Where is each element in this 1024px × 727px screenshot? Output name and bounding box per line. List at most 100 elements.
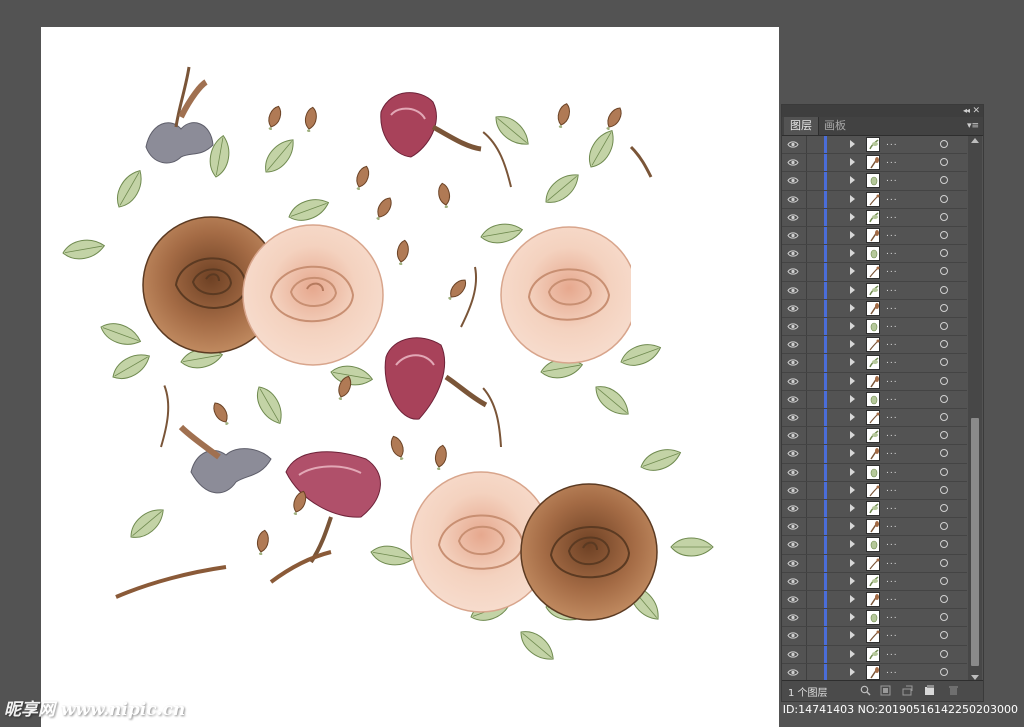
layer-name[interactable]: ... xyxy=(886,629,898,639)
target-circle-icon[interactable] xyxy=(940,231,948,239)
target-circle-icon[interactable] xyxy=(940,285,948,294)
expand-arrow-icon[interactable] xyxy=(850,140,855,148)
layer-name[interactable]: ... xyxy=(886,393,898,403)
visibility-eye-icon[interactable] xyxy=(787,176,799,185)
lock-column[interactable] xyxy=(806,190,807,208)
lock-column[interactable] xyxy=(806,354,807,372)
target-circle-icon[interactable] xyxy=(940,595,948,603)
target-circle-icon[interactable] xyxy=(940,631,948,640)
expand-arrow-icon[interactable] xyxy=(850,431,855,440)
visibility-eye-icon[interactable] xyxy=(787,449,799,458)
expand-arrow-icon[interactable] xyxy=(850,449,855,458)
layer-name[interactable]: ... xyxy=(886,429,898,439)
layer-name[interactable]: ... xyxy=(886,575,898,585)
visibility-eye-icon[interactable] xyxy=(787,286,799,295)
visibility-eye-icon[interactable] xyxy=(787,395,799,404)
target-circle-icon[interactable] xyxy=(940,340,948,349)
visibility-eye-icon[interactable] xyxy=(787,613,799,622)
scrollbar-thumb[interactable] xyxy=(971,418,979,666)
new-layer-icon[interactable] xyxy=(924,685,935,696)
layer-row[interactable]: ... xyxy=(782,372,967,391)
target-circle-icon[interactable] xyxy=(940,194,948,203)
target-circle-icon[interactable] xyxy=(940,613,948,622)
layer-name[interactable]: ... xyxy=(886,138,898,148)
lock-column[interactable] xyxy=(806,154,807,172)
lock-column[interactable] xyxy=(806,227,807,245)
lock-column[interactable] xyxy=(806,409,807,427)
tab-artboards[interactable]: 画板 xyxy=(818,117,852,135)
lock-column[interactable] xyxy=(806,536,807,554)
visibility-eye-icon[interactable] xyxy=(787,249,799,258)
layer-row[interactable]: ... xyxy=(782,463,967,482)
target-circle-icon[interactable] xyxy=(940,431,948,440)
layer-list-scrollbar[interactable] xyxy=(968,136,982,682)
visibility-eye-icon[interactable] xyxy=(787,595,799,604)
target-circle-icon[interactable] xyxy=(940,522,948,531)
lock-column[interactable] xyxy=(806,299,807,317)
layer-row[interactable]: ... xyxy=(782,427,967,446)
layer-name[interactable]: ... xyxy=(886,557,898,567)
visibility-eye-icon[interactable] xyxy=(787,504,799,513)
expand-arrow-icon[interactable] xyxy=(850,613,855,622)
layer-name[interactable]: ... xyxy=(886,375,898,385)
expand-arrow-icon[interactable] xyxy=(850,376,855,385)
visibility-eye-icon[interactable] xyxy=(787,650,799,659)
layer-row[interactable]: ... xyxy=(782,154,967,173)
layer-name[interactable]: ... xyxy=(886,302,898,312)
layer-row[interactable]: ... xyxy=(782,136,967,155)
expand-arrow-icon[interactable] xyxy=(850,467,855,476)
layer-row[interactable]: ... xyxy=(782,627,967,646)
layer-name[interactable]: ... xyxy=(886,174,898,184)
layer-name[interactable]: ... xyxy=(886,211,898,221)
expand-arrow-icon[interactable] xyxy=(850,595,855,603)
lock-column[interactable] xyxy=(806,591,807,609)
lock-column[interactable] xyxy=(806,518,807,536)
tab-layers[interactable]: 图层 xyxy=(784,117,819,135)
layer-row[interactable]: ... xyxy=(782,208,967,227)
layer-row[interactable]: ... xyxy=(782,245,967,264)
layer-row[interactable]: ... xyxy=(782,445,967,464)
visibility-eye-icon[interactable] xyxy=(787,413,799,422)
visibility-eye-icon[interactable] xyxy=(787,340,799,349)
expand-arrow-icon[interactable] xyxy=(850,358,855,367)
layer-row[interactable]: ... xyxy=(782,481,967,500)
target-circle-icon[interactable] xyxy=(940,449,948,458)
target-circle-icon[interactable] xyxy=(940,540,948,549)
expand-arrow-icon[interactable] xyxy=(850,322,855,330)
layer-row[interactable]: ... xyxy=(782,536,967,555)
layer-row[interactable]: ... xyxy=(782,572,967,591)
layer-name[interactable]: ... xyxy=(886,520,898,530)
expand-arrow-icon[interactable] xyxy=(850,504,855,512)
visibility-eye-icon[interactable] xyxy=(787,486,799,495)
layer-row[interactable]: ... xyxy=(782,500,967,519)
layer-row[interactable]: ... xyxy=(782,318,967,337)
layer-name[interactable]: ... xyxy=(886,411,898,421)
scroll-up-arrow-icon[interactable] xyxy=(971,138,979,143)
target-circle-icon[interactable] xyxy=(940,322,948,330)
visibility-eye-icon[interactable] xyxy=(787,577,799,586)
target-circle-icon[interactable] xyxy=(940,558,948,567)
expand-arrow-icon[interactable] xyxy=(850,558,855,567)
lock-column[interactable] xyxy=(806,372,807,390)
expand-arrow-icon[interactable] xyxy=(850,340,855,349)
lock-column[interactable] xyxy=(806,645,807,663)
lock-column[interactable] xyxy=(806,336,807,354)
target-circle-icon[interactable] xyxy=(940,576,948,585)
new-sublayer-icon[interactable] xyxy=(902,685,913,696)
visibility-eye-icon[interactable] xyxy=(787,231,799,240)
lock-column[interactable] xyxy=(806,172,807,190)
visibility-eye-icon[interactable] xyxy=(787,468,799,477)
layer-row[interactable]: ... xyxy=(782,409,967,428)
layer-name[interactable]: ... xyxy=(886,538,898,548)
expand-arrow-icon[interactable] xyxy=(850,631,855,640)
lock-column[interactable] xyxy=(806,136,807,154)
layer-row[interactable]: ... xyxy=(782,554,967,573)
layer-name[interactable]: ... xyxy=(886,593,898,603)
layer-name[interactable]: ... xyxy=(886,484,898,494)
expand-arrow-icon[interactable] xyxy=(850,413,855,421)
lock-column[interactable] xyxy=(806,318,807,336)
expand-arrow-icon[interactable] xyxy=(850,649,855,658)
layer-row[interactable]: ... xyxy=(782,299,967,318)
layer-name[interactable]: ... xyxy=(886,648,898,658)
target-circle-icon[interactable] xyxy=(940,303,948,312)
